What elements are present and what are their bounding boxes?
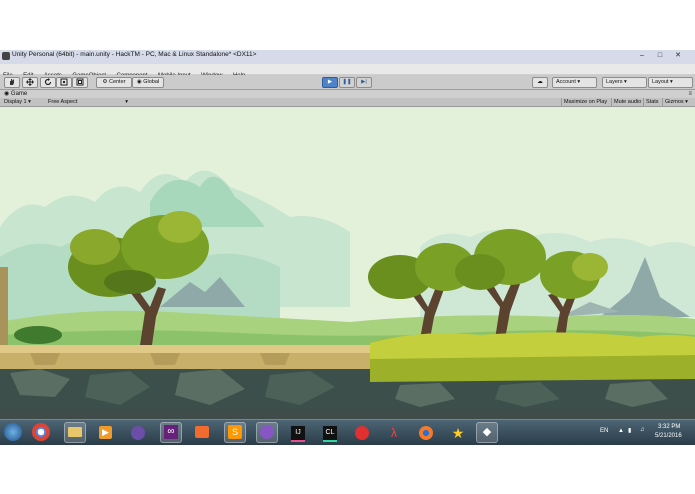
layout-label: Layout <box>652 79 669 85</box>
layers-dropdown[interactable]: Layers ▾ <box>602 77 647 88</box>
pause-icon: ❚❚ <box>342 79 352 85</box>
dropdown-arrow-icon: ▾ <box>577 79 581 85</box>
intellij-icon[interactable]: IJ <box>288 423 308 442</box>
game-scene-art <box>0 107 695 409</box>
rotate-tool-button[interactable] <box>40 77 56 88</box>
account-dropdown[interactable]: Account ▾ <box>552 77 597 88</box>
cloud-icon: ☁ <box>537 79 543 85</box>
language-indicator[interactable]: EN <box>600 428 608 434</box>
window-title-bar: Unity Personal (64bit) - main.unity - Ha… <box>0 50 695 65</box>
volume-icon[interactable]: ♫ <box>640 427 645 433</box>
scale-tool-button[interactable] <box>56 77 72 88</box>
collab-cloud-button[interactable]: ☁ <box>532 77 548 88</box>
global-space-button[interactable]: ◉ Global <box>132 77 164 88</box>
stats-toggle[interactable]: Stats <box>643 98 661 106</box>
step-button[interactable]: ▶| <box>356 77 372 88</box>
app-icon[interactable] <box>128 423 148 442</box>
tab-game[interactable]: ◉ Game <box>4 90 27 98</box>
close-button[interactable]: ✕ <box>672 51 684 61</box>
pivot-label: Center <box>108 79 126 85</box>
minimize-button[interactable]: – <box>636 51 648 61</box>
gizmos-dropdown[interactable]: Gizmos ▾ <box>662 98 690 106</box>
chrome-icon[interactable] <box>32 423 50 441</box>
clion-icon[interactable]: CL <box>320 423 340 442</box>
maximize-on-play-toggle[interactable]: Maximize on Play <box>561 98 609 106</box>
tab-menu-icon[interactable]: ≡ <box>688 90 692 98</box>
aspect-label: Free Aspect <box>48 99 78 105</box>
maximize-button[interactable]: □ <box>654 51 666 61</box>
dropdown-arrow-icon: ▾ <box>28 99 31 105</box>
window-title: Unity Personal (64bit) - main.unity - Ha… <box>12 51 257 58</box>
dropdown-arrow-icon: ▾ <box>670 79 673 85</box>
game-icon[interactable] <box>352 423 372 442</box>
menu-bar: File Edit Assets GameObject Component Mo… <box>0 64 695 79</box>
move-icon <box>26 78 34 86</box>
aspect-dropdown[interactable]: Free Aspect ▾ <box>48 98 128 106</box>
dropdown-arrow-icon: ▾ <box>624 79 627 85</box>
hand-icon <box>10 79 14 85</box>
network-icon[interactable]: ▮ <box>628 427 631 434</box>
pivot-icon: ⚙ <box>102 79 108 85</box>
clock-date[interactable]: 5/21/2016 <box>655 433 682 439</box>
tab-game-label: Game <box>10 91 28 97</box>
pause-button[interactable]: ❚❚ <box>339 77 355 88</box>
app-icon[interactable] <box>256 422 278 443</box>
media-player-icon[interactable]: ▶ <box>96 423 116 442</box>
sublime-icon[interactable]: S <box>224 422 246 443</box>
mute-audio-toggle[interactable]: Mute audio <box>611 98 643 106</box>
globe-icon: ◉ <box>136 79 142 85</box>
move-tool-button[interactable] <box>22 77 38 88</box>
scale-icon <box>60 78 68 86</box>
space-label: Global <box>143 79 160 85</box>
scene-bottom-edge <box>0 409 695 419</box>
app-icon[interactable]: λ <box>384 423 404 442</box>
play-icon: ▶ <box>327 79 333 85</box>
visual-studio-icon[interactable]: ∞ <box>160 422 182 443</box>
display-label: Display 1 <box>4 99 27 105</box>
layout-dropdown[interactable]: Layout ▾ <box>648 77 693 88</box>
windows-start-icon[interactable] <box>4 423 22 441</box>
app-icon[interactable]: ★ <box>448 423 468 442</box>
game-tab-bar: ◉ Game ≡ <box>0 90 695 98</box>
file-explorer-icon[interactable] <box>64 422 86 443</box>
pivot-center-button[interactable]: ⚙ Center <box>96 77 132 88</box>
display-dropdown[interactable]: Display 1 ▾ <box>4 98 31 106</box>
game-tab-icon: ◉ <box>4 91 10 97</box>
play-button[interactable]: ▶ <box>322 77 338 88</box>
game-view-toolbar: Display 1 ▾ Free Aspect ▾ Maximize on Pl… <box>0 98 695 107</box>
dropdown-arrow-icon: ▾ <box>125 99 128 105</box>
windows-taskbar: ▶ ∞ S IJ CL λ ★ ◆ EN ▲ ▮ ♫ 3:32 PM 5/21/… <box>0 419 695 445</box>
layers-label: Layers <box>606 79 623 85</box>
clock-time[interactable]: 3:32 PM <box>658 424 680 430</box>
account-label: Account <box>556 79 576 85</box>
rect-icon <box>76 78 84 86</box>
blender-icon[interactable] <box>416 423 436 442</box>
tray-expand-icon[interactable]: ▲ <box>618 428 624 434</box>
rect-tool-button[interactable] <box>72 77 88 88</box>
unity-app-icon <box>2 52 10 60</box>
hand-tool-button[interactable] <box>4 77 20 88</box>
rotate-icon <box>44 78 52 86</box>
gizmos-label: Gizmos <box>665 99 684 105</box>
sketch-icon[interactable] <box>192 423 212 442</box>
unity-icon[interactable]: ◆ <box>476 422 498 443</box>
step-icon: ▶| <box>361 79 367 85</box>
main-toolbar: ⚙ Center ◉ Global ▶ ❚❚ ▶| ☁ Account ▾ La… <box>0 75 695 90</box>
game-viewport[interactable] <box>0 107 695 409</box>
